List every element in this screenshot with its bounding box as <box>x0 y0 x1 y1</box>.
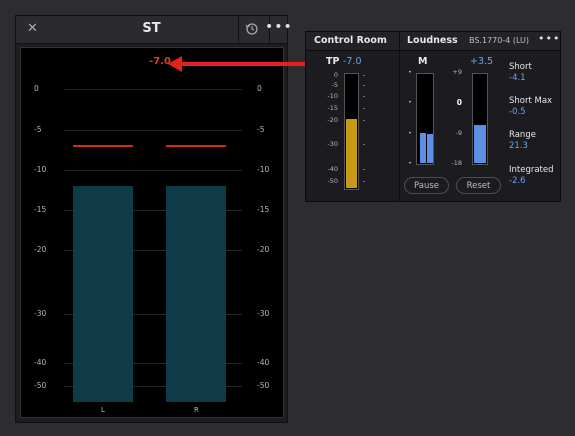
grid-line <box>64 89 242 90</box>
loudness-scale-tick: -18 <box>451 159 462 167</box>
momentary-label: M <box>418 56 428 67</box>
tp-scale-tick: -5 <box>331 81 338 89</box>
range-meter <box>472 73 488 165</box>
scale-tick-left: -20 <box>34 245 47 254</box>
loudness-scale-tick: -9 <box>455 129 462 137</box>
stat-integrated-label: Integrated <box>509 165 554 175</box>
true-peak-meter <box>344 73 359 190</box>
range-meter-value: +3.5 <box>470 56 494 67</box>
tp-scale-tick: -20 <box>327 116 338 124</box>
scale-tick-left: -50 <box>34 381 47 390</box>
stat-short-label: Short <box>509 62 532 72</box>
scale-tick-left: -10 <box>34 165 47 174</box>
stat-range-label: Range <box>509 130 536 140</box>
stat-short-value: -4.1 <box>509 73 526 83</box>
momentary-scale-dot: • <box>408 68 412 76</box>
tp-scale-tick: -40 <box>327 165 338 173</box>
channel-label: L <box>101 406 105 414</box>
momentary-scale-dot: • <box>408 159 412 167</box>
true-peak-value: -7.0 <box>343 56 362 67</box>
control-room-title: Control Room <box>314 35 387 46</box>
control-room-panel: Control Room Loudness BS.1770-4 (LU) •••… <box>305 31 561 202</box>
level-bar-r <box>166 186 226 402</box>
control-room-header: Control Room Loudness BS.1770-4 (LU) ••• <box>306 32 560 51</box>
peak-hold-line-r <box>166 145 226 147</box>
section-divider <box>399 32 400 201</box>
tp-scale-tick: -50 <box>327 177 338 185</box>
tp-scale-dash <box>363 144 365 145</box>
tp-scale-dash <box>363 85 365 86</box>
tp-scale-dash <box>363 108 365 109</box>
scale-tick-left: -30 <box>34 309 47 318</box>
more-options-icon[interactable]: ••• <box>538 32 560 45</box>
scale-tick-left: -15 <box>34 205 47 214</box>
pause-button[interactable]: Pause <box>404 177 449 194</box>
scale-tick-right: -20 <box>257 245 270 254</box>
stat-short-max-value: -0.5 <box>509 107 526 117</box>
loudness-title: Loudness <box>407 35 458 46</box>
tp-scale-tick: -15 <box>327 104 338 112</box>
loudness-scale-tick: 0 <box>456 98 462 107</box>
stat-short-max-label: Short Max <box>509 96 553 106</box>
tp-scale-dash <box>363 120 365 121</box>
tp-scale-tick: -10 <box>327 92 338 100</box>
tp-scale-dash <box>363 96 365 97</box>
header-divider <box>238 16 239 43</box>
peak-hold-line-l <box>73 145 133 147</box>
scale-tick-right: -40 <box>257 358 270 367</box>
st-panel-header: ✕ ST ••• <box>16 16 292 44</box>
channel-label: R <box>194 406 199 414</box>
scale-tick-right: 0 <box>257 84 262 93</box>
loudness-scale-tick: +9 <box>452 68 462 76</box>
scale-tick-left: -5 <box>34 125 42 134</box>
st-meter-area: -7.0 0 0 -5 -5 -10 -10 -15 -15 -20 -20 -30 -30 -40 -4… <box>20 47 284 418</box>
stat-integrated-value: -2.6 <box>509 176 526 186</box>
momentary-scale-dot: • <box>408 98 412 106</box>
tp-scale-dash <box>363 169 365 170</box>
st-meter-panel: ✕ ST ••• -7.0 0 0 -5 -5 -10 -10 -15 -15 -20 -20 -3… <box>15 15 292 423</box>
grid-line <box>64 130 242 131</box>
level-bar-l <box>73 186 133 402</box>
double-headed-arrow <box>168 56 320 72</box>
scale-tick-right: -30 <box>257 309 270 318</box>
tp-scale-tick: -30 <box>327 140 338 148</box>
reset-history-icon[interactable] <box>245 22 259 36</box>
tp-scale-dash <box>363 75 365 76</box>
grid-line <box>64 170 242 171</box>
momentary-bar-right <box>427 134 433 163</box>
scale-tick-right: -10 <box>257 165 270 174</box>
scale-tick-right: -50 <box>257 381 270 390</box>
tp-scale-tick: 0 <box>333 71 338 79</box>
scale-tick-left: -40 <box>34 358 47 367</box>
scale-tick-right: -5 <box>257 125 265 134</box>
loudness-standard[interactable]: BS.1770-4 (LU) <box>469 36 529 45</box>
scale-tick-left: 0 <box>34 84 39 93</box>
tp-scale-dash <box>363 181 365 182</box>
scale-tick-right: -15 <box>257 205 270 214</box>
range-bar <box>474 125 486 163</box>
true-peak-bar <box>346 119 357 188</box>
stat-range-value: 21.3 <box>509 141 528 151</box>
true-peak-label: TP <box>326 56 340 67</box>
momentary-bar-left <box>420 133 426 163</box>
momentary-meter <box>416 73 434 165</box>
more-options-icon[interactable]: ••• <box>265 19 293 35</box>
reset-button[interactable]: Reset <box>456 177 501 194</box>
momentary-scale-dot: • <box>408 129 412 137</box>
